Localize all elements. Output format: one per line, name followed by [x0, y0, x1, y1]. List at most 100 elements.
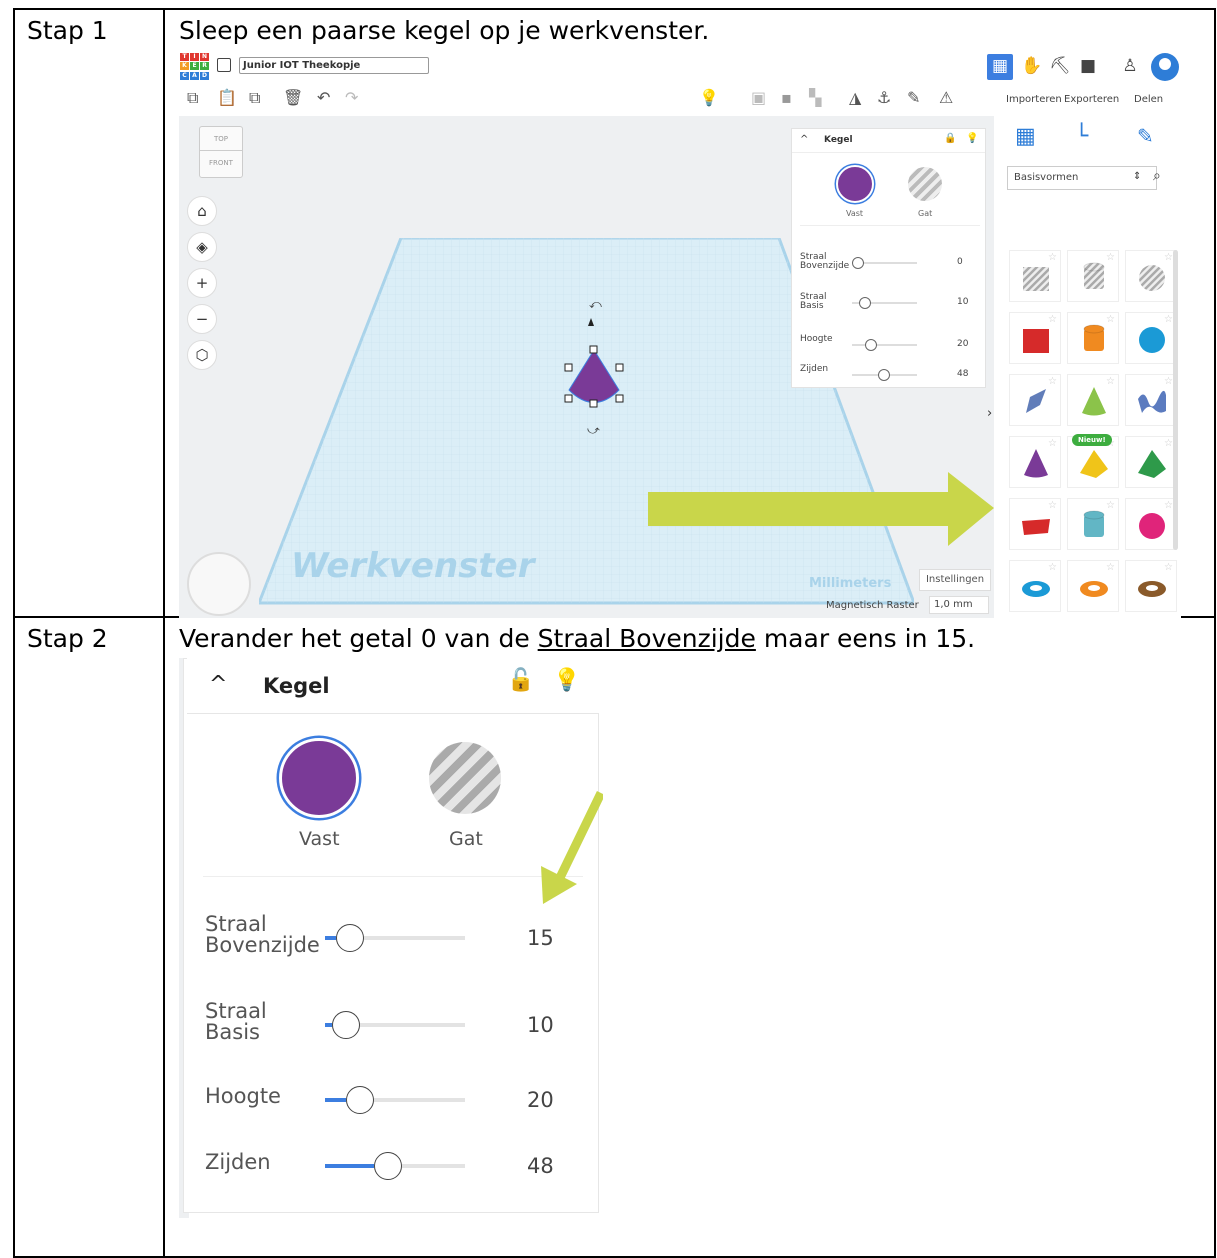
slider-knob[interactable] [336, 924, 365, 952]
param-value[interactable]: 20 [527, 1088, 554, 1112]
slider-knob[interactable] [852, 257, 864, 269]
slider-knob[interactable] [374, 1152, 402, 1180]
param-slider[interactable] [325, 1086, 465, 1114]
slider-knob[interactable] [332, 1011, 360, 1039]
param-slider[interactable] [852, 257, 917, 269]
param-value[interactable]: 10 [957, 297, 968, 307]
paste-icon[interactable]: 📋 [217, 88, 237, 107]
favorite-star-icon[interactable]: ☆ [1106, 252, 1115, 263]
slider-knob[interactable] [858, 297, 871, 309]
param-value[interactable]: 20 [957, 339, 968, 349]
workplane-canvas[interactable]: TOP FRONT ⌂ ◈ + − ⬡ Werkvenster Millimet… [179, 116, 994, 618]
ruler-icon[interactable]: ✎ [907, 88, 920, 107]
notes-icon[interactable]: ✎ [1137, 124, 1154, 148]
selected-cone[interactable]: ⤺ ⤻ [559, 290, 629, 440]
import-button[interactable]: Importeren [1006, 94, 1062, 105]
favorite-star-icon[interactable]: ☆ [1048, 438, 1057, 449]
mirror-icon[interactable]: ◮ [849, 88, 861, 107]
light-icon[interactable]: 💡 [699, 88, 719, 107]
hole-swatch[interactable] [429, 742, 501, 814]
slider-knob[interactable] [346, 1086, 374, 1114]
design-list-icon[interactable] [217, 58, 231, 72]
favorite-star-icon[interactable]: ☆ [1164, 314, 1173, 325]
favorite-star-icon[interactable]: ☆ [1048, 376, 1057, 387]
favorite-star-icon[interactable]: ☆ [1106, 376, 1115, 387]
brick-icon[interactable]: ■ [1075, 54, 1101, 80]
ruler-l-icon[interactable]: └ [1075, 124, 1088, 149]
hand-icon[interactable]: ✋ [1019, 54, 1045, 80]
param-slider[interactable] [852, 297, 917, 309]
undo-icon[interactable]: ↶ [317, 88, 330, 107]
favorite-star-icon[interactable]: ☆ [1106, 562, 1115, 573]
favorite-star-icon[interactable]: ☆ [1164, 252, 1173, 263]
hole-swatch[interactable] [908, 167, 942, 201]
cruise-icon[interactable]: ⚓ [877, 88, 891, 107]
workplane-icon[interactable]: ⚠ [939, 88, 953, 107]
favorite-star-icon[interactable]: ☆ [1164, 376, 1173, 387]
favorite-star-icon[interactable]: ☆ [1106, 500, 1115, 511]
avatar[interactable] [1151, 53, 1179, 81]
snap-grid-select[interactable]: 1,0 mm [929, 596, 989, 614]
shape-spinner[interactable]: ☆ [1067, 374, 1119, 426]
shape-box[interactable]: ☆ [1009, 312, 1061, 364]
view-cube[interactable]: TOP FRONT [199, 126, 243, 178]
pickaxe-icon[interactable]: ⛏ [1047, 54, 1073, 80]
favorite-star-icon[interactable]: ☆ [1048, 562, 1057, 573]
param-value[interactable]: 10 [527, 1013, 554, 1037]
shape-ring[interactable]: ☆ [1125, 560, 1177, 612]
redo-icon[interactable]: ↷ [345, 88, 358, 107]
favorite-star-icon[interactable]: ☆ [1048, 252, 1057, 263]
param-value[interactable]: 15 [527, 926, 554, 950]
shape-paraboloid[interactable]: ☆ [1125, 498, 1177, 550]
workplane-grid-icon[interactable]: ▦ [1015, 124, 1036, 149]
param-slider[interactable] [325, 924, 465, 952]
shape-cone[interactable]: ☆ [1009, 436, 1061, 488]
bulb-icon[interactable]: 💡 [966, 133, 978, 144]
zoom-in-button[interactable]: + [187, 268, 217, 298]
project-name-input[interactable]: Junior IOT Theekopje [239, 57, 429, 74]
param-slider[interactable] [852, 369, 917, 381]
solid-swatch[interactable] [279, 738, 359, 818]
shape-cyl-hole[interactable]: ☆ [1067, 250, 1119, 302]
shape-box-hole[interactable]: ☆ [1009, 250, 1061, 302]
solid-swatch[interactable] [836, 165, 874, 203]
favorite-star-icon[interactable]: ☆ [1048, 500, 1057, 511]
collapse-icon[interactable]: ^ [209, 672, 227, 697]
collapse-icon[interactable]: ^ [800, 134, 808, 145]
collapse-panel-icon[interactable]: › [987, 406, 992, 421]
slider-knob[interactable] [865, 339, 877, 351]
search-icon[interactable]: ⌕ [1153, 168, 1161, 184]
favorite-star-icon[interactable]: ☆ [1164, 562, 1173, 573]
shape-text-wave[interactable]: ☆ [1125, 374, 1177, 426]
slider-knob[interactable] [878, 369, 890, 381]
shape-sphere-hole[interactable]: ☆ [1125, 250, 1177, 302]
shape-sphere[interactable]: ☆ [1125, 312, 1177, 364]
favorite-star-icon[interactable]: ☆ [1164, 438, 1173, 449]
copy-icon[interactable]: ⧉ [187, 88, 198, 108]
share-button[interactable]: Delen [1134, 94, 1163, 105]
library-scrollbar[interactable] [1173, 250, 1178, 550]
shape-half-cyl[interactable]: ☆ [1067, 498, 1119, 550]
ungroup-icon[interactable]: ▪ [781, 88, 792, 107]
settings-button[interactable]: Instellingen [919, 569, 991, 591]
param-value[interactable]: 48 [527, 1154, 554, 1178]
duplicate-icon[interactable]: ⧉ [249, 88, 260, 108]
home-view-button[interactable]: ⌂ [187, 196, 217, 226]
favorite-star-icon[interactable]: ☆ [1164, 500, 1173, 511]
zoom-out-button[interactable]: − [187, 304, 217, 334]
param-slider[interactable] [852, 339, 917, 351]
align-icon[interactable]: ▚ [809, 88, 821, 107]
param-value[interactable]: 0 [957, 257, 963, 267]
param-slider[interactable] [325, 1011, 465, 1039]
grid-view-icon[interactable]: ▦ [987, 54, 1013, 80]
shape-cylinder[interactable]: ☆ [1067, 312, 1119, 364]
favorite-star-icon[interactable]: ☆ [1048, 314, 1057, 325]
perspective-button[interactable]: ⬡ [187, 340, 217, 370]
group-icon[interactable]: ▣ [751, 88, 766, 107]
add-user-icon[interactable]: ♙ [1117, 54, 1143, 80]
lock-icon[interactable]: 🔓 [507, 668, 534, 693]
shape-torus[interactable]: ☆ [1009, 560, 1061, 612]
shape-tube[interactable]: ☆ [1067, 560, 1119, 612]
shape-scribble[interactable]: ☆ [1009, 374, 1061, 426]
param-value[interactable]: 48 [957, 369, 968, 379]
